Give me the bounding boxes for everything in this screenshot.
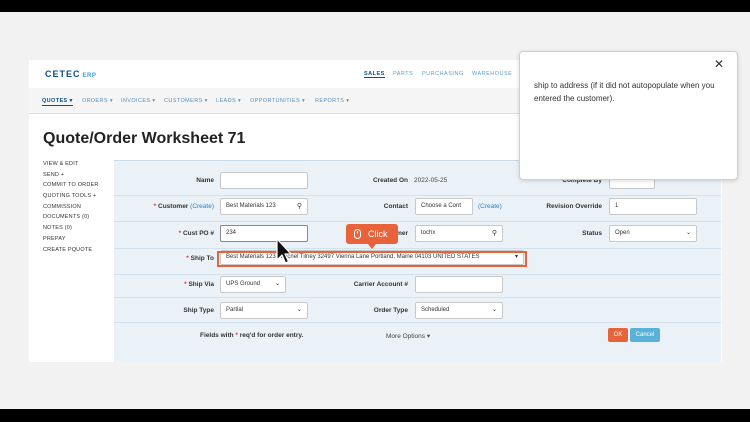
topnav-warehouse[interactable]: WAREHOUSE: [472, 71, 512, 77]
order-type-value: Scheduled: [421, 307, 450, 313]
ship-to-label-text: Ship To: [190, 255, 214, 262]
cust-po-input[interactable]: 234: [220, 225, 308, 242]
click-indicator: Click: [346, 224, 398, 249]
ship-to-label: * Ship To: [154, 255, 214, 262]
search-icon[interactable]: ⚲: [492, 226, 497, 241]
customer-label-text: Customer: [158, 203, 189, 210]
search-icon[interactable]: ⚲: [297, 199, 302, 214]
menu-customers[interactable]: CUSTOMERS ▾: [164, 98, 208, 104]
logo[interactable]: CETEC ERP: [45, 69, 96, 79]
ship-via-select[interactable]: UPS Ground ⌄: [220, 276, 286, 293]
cancel-button[interactable]: Cancel: [630, 328, 660, 342]
menu-opportunities[interactable]: OPPORTUNITIES ▾: [250, 98, 305, 104]
customer-input[interactable]: Best Materials 123 ⚲: [220, 198, 308, 215]
status-label: Status: [582, 230, 602, 237]
sidenav-send[interactable]: SEND +: [43, 172, 99, 183]
row-divider: [114, 248, 721, 249]
sidenav-create-pquote[interactable]: CREATE PQUOTE: [43, 247, 99, 258]
topnav-sales[interactable]: SALES: [364, 71, 385, 78]
row-divider: [114, 221, 721, 222]
chevron-down-icon: ⌄: [296, 307, 302, 313]
menu-leads[interactable]: LEADS ▾: [216, 98, 241, 104]
menu-orders[interactable]: ORDERS ▾: [82, 98, 113, 104]
close-icon[interactable]: ✕: [714, 57, 724, 71]
tooltip-text: ship to address (if it did not autopopul…: [534, 81, 715, 103]
required-marker: *: [235, 332, 238, 339]
chevron-down-icon: ⌄: [491, 307, 497, 313]
row-divider: [114, 195, 721, 196]
revision-override-input[interactable]: 1: [609, 198, 697, 215]
revision-override-label: Revision Override: [546, 203, 602, 210]
chevron-down-icon: ⌄: [274, 281, 280, 287]
page-title: Quote/Order Worksheet 71: [43, 130, 246, 147]
mouse-cursor-icon: [276, 238, 292, 264]
partner-input[interactable]: tochx ⚲: [415, 225, 503, 242]
topnav-purchasing[interactable]: PURCHASING: [422, 71, 464, 77]
contact-create-link[interactable]: (Create): [478, 203, 502, 210]
carrier-account-label: Carrier Account #: [353, 281, 408, 288]
row-divider: [114, 297, 721, 298]
row-divider: [114, 274, 721, 275]
contact-select[interactable]: Choose a Cont: [415, 198, 473, 215]
ship-via-label-text: Ship Via: [188, 281, 214, 288]
ship-via-label: * Ship Via: [154, 281, 214, 288]
customer-create-link[interactable]: (Create): [190, 203, 214, 210]
sidenav-quoting-tools[interactable]: QUOTING TOOLS +: [43, 193, 99, 204]
name-input[interactable]: [220, 172, 308, 189]
click-label: Click: [368, 229, 388, 239]
footnote-post: req'd for order entry.: [239, 332, 304, 339]
logo-text: CETEC: [45, 69, 81, 79]
cust-po-label: * Cust PO #: [154, 230, 214, 237]
footnote-pre: Fields with: [200, 332, 234, 339]
status-value: Open: [615, 230, 630, 236]
created-on-label: Created On: [372, 177, 408, 184]
order-type-select[interactable]: Scheduled ⌄: [415, 302, 503, 319]
ship-type-select[interactable]: Partial ⌄: [220, 302, 308, 319]
name-label: Name: [196, 177, 214, 184]
mouse-icon: [354, 229, 361, 239]
more-options-link[interactable]: More Options ▾: [386, 332, 430, 340]
menu-reports[interactable]: REPORTS ▾: [315, 98, 349, 104]
sidenav-prepay[interactable]: PREPAY: [43, 236, 99, 247]
ok-button[interactable]: OK: [608, 328, 628, 342]
tutorial-tooltip: ✕ ship to address (if it did not autopop…: [519, 51, 738, 180]
status-select[interactable]: Open ⌄: [609, 225, 697, 242]
sidenav-commit-to-order[interactable]: COMMIT TO ORDER: [43, 182, 99, 193]
sidenav-commission[interactable]: COMMISSION: [43, 204, 99, 215]
cust-po-label-text: Cust PO #: [182, 230, 214, 237]
menu-quotes[interactable]: QUOTES ▾: [42, 98, 73, 106]
sidenav-view-edit[interactable]: VIEW & EDIT: [43, 161, 99, 172]
customer-value: Best Materials 123: [226, 203, 276, 209]
sidenav-notes[interactable]: NOTES (0): [43, 225, 99, 236]
ship-to-highlight: [217, 251, 527, 267]
topnav-parts[interactable]: PARTS: [393, 71, 413, 77]
logo-suffix: ERP: [82, 73, 97, 79]
ship-type-label: Ship Type: [183, 307, 214, 314]
side-nav: VIEW & EDIT SEND + COMMIT TO ORDER QUOTI…: [43, 161, 99, 257]
ship-type-value: Partial: [226, 307, 244, 313]
menu-invoices[interactable]: INVOICES ▾: [121, 98, 156, 104]
carrier-account-input[interactable]: [415, 276, 503, 293]
click-indicator-pointer: [368, 244, 376, 249]
contact-label: Contact: [383, 203, 408, 210]
required-footnote: Fields with * req'd for order entry.: [200, 332, 303, 339]
sidenav-documents[interactable]: DOCUMENTS (0): [43, 214, 99, 225]
order-type-label: Order Type: [373, 307, 408, 314]
created-on-value: 2022-05-25: [414, 177, 448, 184]
partner-value: tochx: [421, 230, 436, 236]
row-divider: [114, 322, 721, 323]
customer-label: * Customer (Create): [134, 203, 214, 210]
ship-via-value: UPS Ground: [226, 281, 261, 287]
chevron-down-icon: ⌄: [685, 230, 691, 236]
